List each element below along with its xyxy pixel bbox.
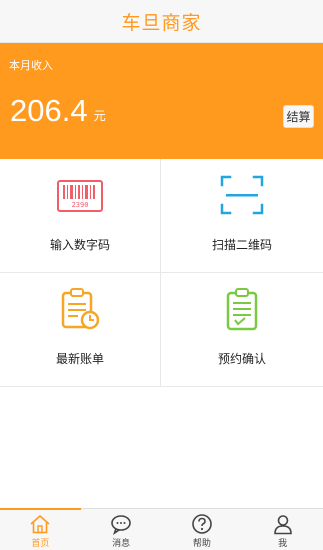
tab-messages[interactable]: 消息 bbox=[81, 509, 162, 550]
grid-item-label: 最新账单 bbox=[55, 352, 104, 366]
scan-icon bbox=[220, 175, 264, 215]
grid-item-scan-qr[interactable]: 扫描二维码 bbox=[161, 159, 323, 273]
grid-item-input-code[interactable]: 2390 输入数字码 bbox=[0, 159, 161, 273]
tab-label: 消息 bbox=[112, 539, 131, 549]
tab-label: 我 bbox=[278, 539, 288, 549]
income-unit: 元 bbox=[93, 109, 106, 123]
income-amount-group: 206.4 元 bbox=[10, 95, 106, 126]
home-icon bbox=[30, 514, 50, 534]
tab-me[interactable]: 我 bbox=[242, 509, 323, 550]
grid-item-latest-bill[interactable]: 最新账单 bbox=[0, 273, 161, 387]
user-icon bbox=[273, 515, 292, 535]
barcode-icon: 2390 bbox=[57, 180, 103, 212]
grid-item-appointment-confirm[interactable]: 预约确认 bbox=[161, 273, 323, 387]
barcode-digits: 2390 bbox=[72, 201, 89, 209]
help-icon bbox=[192, 514, 212, 534]
income-panel: 本月收入 206.4 元 结算 bbox=[0, 43, 323, 159]
grid-item-label: 扫描二维码 bbox=[211, 238, 272, 252]
function-grid: 2390 输入数字码 扫描二维码 最新账单 预约确认 bbox=[0, 159, 323, 387]
clipboard-clock-icon bbox=[61, 288, 100, 330]
grid-item-label: 输入数字码 bbox=[49, 238, 110, 252]
income-amount: 206.4 bbox=[10, 93, 88, 128]
app-header: 车旦商家 bbox=[0, 0, 323, 43]
grid-item-label: 预约确认 bbox=[217, 352, 266, 366]
tab-label: 首页 bbox=[31, 539, 50, 549]
tab-home[interactable]: 首页 bbox=[0, 508, 81, 550]
bottom-tab-bar: 首页 消息 帮助 我 bbox=[0, 508, 323, 550]
settle-button[interactable]: 结算 bbox=[283, 105, 314, 128]
income-label: 本月收入 bbox=[9, 59, 53, 72]
clipboard-check-icon bbox=[226, 288, 258, 331]
tab-label: 帮助 bbox=[192, 539, 211, 549]
app-title: 车旦商家 bbox=[121, 11, 202, 34]
message-icon bbox=[111, 515, 131, 535]
tab-help[interactable]: 帮助 bbox=[162, 509, 243, 550]
